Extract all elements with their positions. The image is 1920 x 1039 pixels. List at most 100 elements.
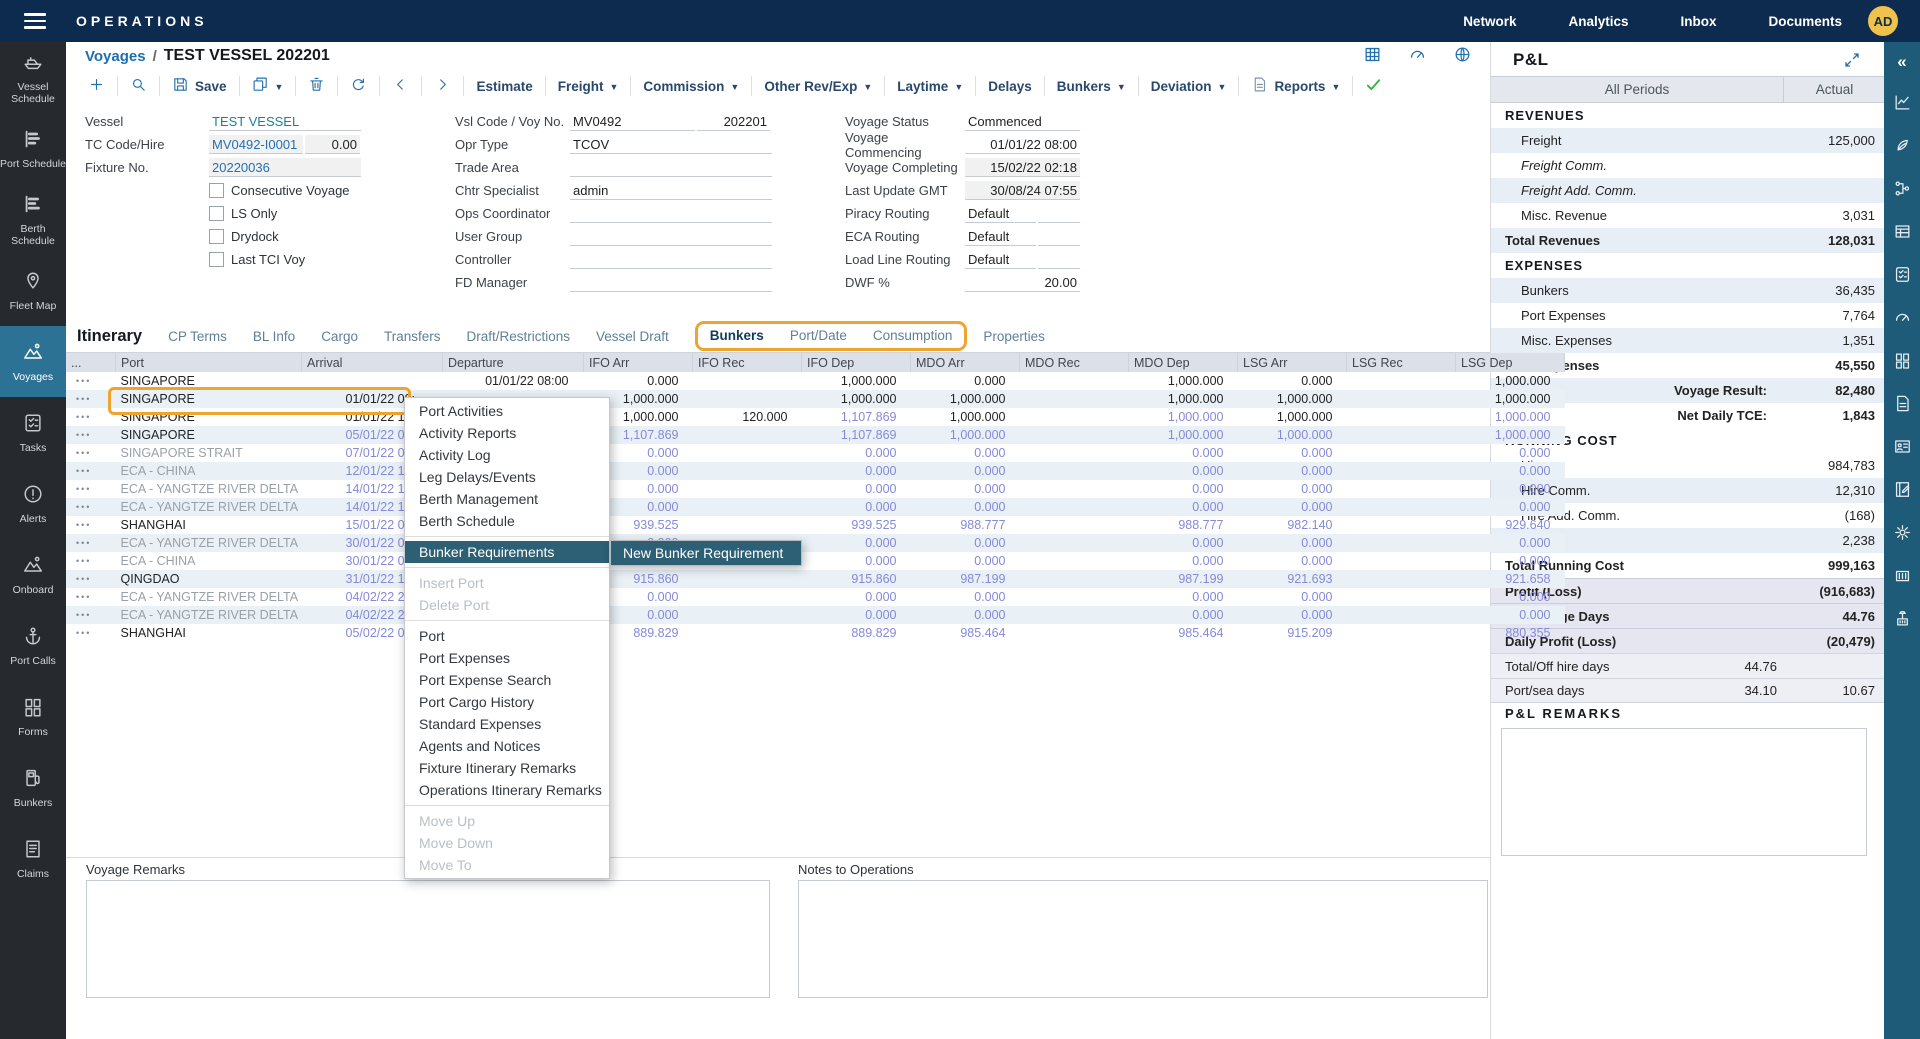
arrival-cell[interactable] bbox=[302, 372, 443, 390]
qty-cell[interactable] bbox=[1020, 570, 1129, 588]
qty-cell[interactable]: 0.000 bbox=[911, 462, 1020, 480]
port-cell[interactable]: QINGDAO bbox=[116, 570, 302, 588]
menu-item-port-activities[interactable]: Port Activities bbox=[405, 400, 609, 422]
qty-cell[interactable]: 0.000 bbox=[911, 444, 1020, 462]
qty-cell[interactable] bbox=[1347, 372, 1456, 390]
qty-cell[interactable]: 988.777 bbox=[911, 516, 1020, 534]
port-cell[interactable]: SINGAPORE bbox=[116, 372, 302, 390]
qty-cell[interactable]: 0.000 bbox=[584, 372, 693, 390]
itinerary-row[interactable]: •••SINGAPORE01/01/22 08:1,000.0001,000.0… bbox=[66, 390, 1565, 408]
row-menu-dots[interactable]: ••• bbox=[66, 624, 116, 642]
menu-item-port[interactable]: Port bbox=[405, 625, 609, 647]
port-cell[interactable]: SINGAPORE bbox=[116, 426, 302, 444]
sidebar-item-vessel-schedule[interactable]: Vessel Schedule bbox=[0, 42, 66, 113]
qty-cell[interactable]: 939.525 bbox=[802, 516, 911, 534]
voyage-remarks-input[interactable] bbox=[86, 880, 770, 998]
qty-cell[interactable]: 0.000 bbox=[1238, 534, 1347, 552]
port-cell[interactable]: ECA - CHINA bbox=[116, 552, 302, 570]
qty-cell[interactable]: 0.000 bbox=[1456, 498, 1565, 516]
row-menu-dots[interactable]: ••• bbox=[66, 534, 116, 552]
itinerary-row[interactable]: •••SINGAPORE05/01/22 02:41,107.8691,107.… bbox=[66, 426, 1565, 444]
port-cell[interactable]: ECA - YANGTZE RIVER DELTA bbox=[116, 534, 302, 552]
qty-cell[interactable] bbox=[1020, 588, 1129, 606]
field-input-controller[interactable] bbox=[570, 250, 772, 269]
qty-cell[interactable] bbox=[1347, 498, 1456, 516]
field-input-trade-area[interactable] bbox=[570, 158, 772, 177]
tab-draft-restrictions[interactable]: Draft/Restrictions bbox=[466, 329, 570, 352]
qty-cell[interactable]: 1,000.000 bbox=[911, 408, 1020, 426]
qty-cell[interactable]: 0.000 bbox=[1238, 444, 1347, 462]
qty-cell[interactable]: 1,000.000 bbox=[911, 390, 1020, 408]
qty-cell[interactable]: 0.000 bbox=[802, 588, 911, 606]
toolbar-other-rev-exp[interactable]: Other Rev/Exp▼ bbox=[751, 76, 884, 96]
qty-cell[interactable]: 0.000 bbox=[1456, 588, 1565, 606]
qty-cell[interactable]: 1,000.000 bbox=[1238, 390, 1347, 408]
field-input-fixture-no[interactable]: 20220036 bbox=[209, 158, 361, 177]
menu-item-port-expense-search[interactable]: Port Expense Search bbox=[405, 669, 609, 691]
field-input-voyage-status[interactable]: Commenced bbox=[965, 112, 1080, 131]
checkbox-drydock[interactable] bbox=[209, 229, 224, 244]
field-input-user-group[interactable] bbox=[570, 227, 772, 246]
qty-cell[interactable] bbox=[1020, 426, 1129, 444]
qty-cell[interactable] bbox=[1347, 390, 1456, 408]
field-input-vsl-code-voy-no-1[interactable]: MV0492 bbox=[570, 112, 695, 131]
breadcrumb[interactable]: Voyages bbox=[85, 48, 146, 65]
nav-link-documents[interactable]: Documents bbox=[1768, 14, 1842, 29]
qty-cell[interactable]: 0.000 bbox=[1456, 534, 1565, 552]
itinerary-row[interactable]: •••ECA - YANGTZE RIVER DELTA04/02/22 23:… bbox=[66, 606, 1565, 624]
expand-icon[interactable] bbox=[1843, 51, 1861, 72]
port-cell[interactable]: SHANGHAI bbox=[116, 516, 302, 534]
toolbar-reports[interactable]: Reports▼ bbox=[1238, 76, 1352, 96]
qty-cell[interactable]: 1,107.869 bbox=[802, 408, 911, 426]
sidebar-item-voyages[interactable]: Voyages bbox=[0, 326, 66, 397]
table-icon[interactable] bbox=[1893, 222, 1912, 244]
qty-cell[interactable]: 0.000 bbox=[1129, 480, 1238, 498]
qty-cell[interactable]: 1,000.000 bbox=[1129, 372, 1238, 390]
qty-cell[interactable] bbox=[693, 462, 802, 480]
qty-cell[interactable] bbox=[1020, 606, 1129, 624]
itinerary-row[interactable]: •••ECA - YANGTZE RIVER DELTA04/02/22 21:… bbox=[66, 588, 1565, 606]
field-input-eca-routing-2[interactable] bbox=[1038, 227, 1079, 246]
qty-cell[interactable]: 1,000.000 bbox=[1238, 426, 1347, 444]
qty-cell[interactable]: 1,000.000 bbox=[911, 426, 1020, 444]
qty-cell[interactable]: 0.000 bbox=[1129, 534, 1238, 552]
itinerary-row[interactable]: •••SHANGHAI05/02/22 03:1889.829889.82998… bbox=[66, 624, 1565, 642]
row-menu-dots[interactable]: ••• bbox=[66, 480, 116, 498]
sidebar-item-berth-schedule[interactable]: Berth Schedule bbox=[0, 184, 66, 255]
port-cell[interactable]: SINGAPORE bbox=[116, 390, 302, 408]
field-input-tc-code-hire-1[interactable]: MV0492-I0001 bbox=[209, 135, 303, 154]
row-menu-dots[interactable]: ••• bbox=[66, 588, 116, 606]
table-grid-icon[interactable] bbox=[1363, 45, 1382, 67]
qty-cell[interactable] bbox=[1020, 552, 1129, 570]
menu-item-operations-itinerary-remarks[interactable]: Operations Itinerary Remarks bbox=[405, 779, 609, 801]
field-input-piracy-routing-2[interactable] bbox=[1038, 204, 1079, 223]
row-menu-dots[interactable]: ••• bbox=[66, 408, 116, 426]
qty-cell[interactable] bbox=[693, 372, 802, 390]
itinerary-row[interactable]: •••ECA - CHINA12/01/22 19:30.0000.0000.0… bbox=[66, 462, 1565, 480]
menu-item-port-expenses[interactable]: Port Expenses bbox=[405, 647, 609, 669]
qty-cell[interactable]: 0.000 bbox=[911, 498, 1020, 516]
qty-cell[interactable]: 0.000 bbox=[911, 606, 1020, 624]
grid-pages-icon[interactable] bbox=[1893, 351, 1912, 373]
qty-cell[interactable]: 1,000.000 bbox=[1456, 426, 1565, 444]
tab-cargo[interactable]: Cargo bbox=[321, 329, 358, 352]
qty-cell[interactable] bbox=[693, 624, 802, 642]
itinerary-row[interactable]: •••SINGAPORE STRAIT07/01/22 03:50.0000.0… bbox=[66, 444, 1565, 462]
qty-cell[interactable]: 0.000 bbox=[1129, 606, 1238, 624]
toolbar-deviation[interactable]: Deviation▼ bbox=[1138, 76, 1239, 96]
nav-link-analytics[interactable]: Analytics bbox=[1568, 14, 1628, 29]
toolbar-estimate[interactable]: Estimate bbox=[463, 76, 544, 96]
menu-item-activity-log[interactable]: Activity Log bbox=[405, 444, 609, 466]
toolbar-refresh-icon[interactable] bbox=[337, 76, 379, 96]
field-input-last-update-gmt[interactable]: 30/08/24 07:55 bbox=[965, 181, 1080, 200]
qty-cell[interactable] bbox=[1347, 552, 1456, 570]
tab-vessel-draft[interactable]: Vessel Draft bbox=[596, 329, 669, 352]
field-input-load-line-routing-2[interactable] bbox=[1038, 250, 1079, 269]
tab-bunkers[interactable]: Bunkers bbox=[710, 328, 764, 348]
qty-cell[interactable] bbox=[1347, 516, 1456, 534]
field-input-voyage-completing[interactable]: 15/02/22 02:18 bbox=[965, 158, 1080, 177]
itinerary-row[interactable]: •••SINGAPORE01/01/22 08:000.0001,000.000… bbox=[66, 372, 1565, 390]
row-menu-dots[interactable]: ••• bbox=[66, 570, 116, 588]
qty-cell[interactable]: 0.000 bbox=[1238, 606, 1347, 624]
port-cell[interactable]: SINGAPORE bbox=[116, 408, 302, 426]
